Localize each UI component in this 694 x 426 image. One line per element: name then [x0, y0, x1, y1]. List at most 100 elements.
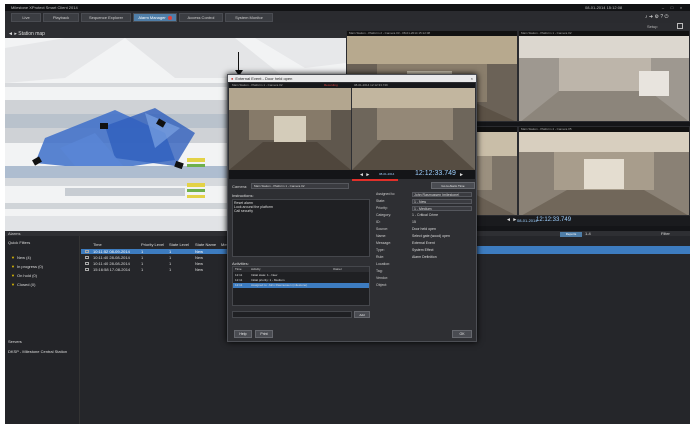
tab-sequence-explorer[interactable]: Sequence Explorer: [81, 13, 131, 22]
arrow-icon[interactable]: ➜: [649, 14, 653, 20]
tab-alarm-manager[interactable]: Alarm Manager: [133, 13, 177, 22]
map-header: ◄ ▸ Station map: [5, 30, 346, 38]
bell-icon[interactable]: ♪: [645, 14, 648, 20]
prop-value: Select gate (wood) open: [412, 234, 450, 238]
recording-indicator: Recording: [324, 83, 338, 87]
prop-value: 1 - Critical Crime: [412, 213, 439, 217]
instruction-line: Call security: [234, 209, 254, 213]
tab-alarm-manager-label: Alarm Manager: [138, 15, 166, 20]
goto-alarm-time-button[interactable]: Go to Alarm Time: [431, 182, 475, 189]
alarm-details-dialog: ● External Event - Door held open × Main …: [227, 74, 477, 342]
comment-input[interactable]: [232, 311, 352, 318]
instructions-title: Instructions:: [232, 193, 254, 198]
row-priority: 1: [141, 261, 144, 266]
playback-time: 12:12:33.749: [536, 217, 572, 223]
timeline-marker: [352, 179, 398, 181]
playback-controls[interactable]: ◄ ►: [506, 217, 517, 223]
dialog-title: External Event - Door held open: [235, 76, 293, 81]
prop-label: Priority:: [376, 206, 388, 210]
activity-text: Assigned to: John Rasmussen (milestone): [251, 283, 308, 287]
row-priority: 1: [141, 267, 144, 272]
camera-1-label: Main Station - Platform 2 - Camera 03 - …: [347, 31, 517, 36]
app-title: Milestone XProtect Smart Client 2014: [11, 5, 78, 10]
filter-on-hold-label: On hold (0): [16, 273, 37, 278]
filter-new[interactable]: ▼ New (4): [11, 255, 31, 260]
maximize-button[interactable]: □: [669, 5, 675, 10]
camera-tile-4[interactable]: Main Station - Platform 4 - Camera 05: [518, 126, 690, 216]
toolbar-icons: ♪ ➜ ⚙ ? ⏻: [645, 14, 669, 20]
alarm-icon: [85, 262, 89, 265]
dialog-close-icon[interactable]: ×: [471, 75, 473, 82]
filter-icon: ▼: [11, 255, 15, 260]
assigned-to-select[interactable]: John Rasmussen (milestone): [412, 192, 472, 197]
dialog-title-bar: ● External Event - Door held open ×: [228, 75, 476, 82]
row-priority: 1: [141, 255, 144, 260]
prop-label: Source:: [376, 227, 389, 231]
dialog-video-1[interactable]: [229, 88, 351, 170]
map-title-text: Station map: [18, 31, 45, 37]
help-button[interactable]: Help: [234, 330, 252, 338]
server-item[interactable]: DKSP - Milestone Central Station: [8, 349, 67, 354]
row-state-level: 1: [169, 261, 172, 266]
row-state-name: New: [195, 261, 204, 266]
quick-filters-panel: Quick Filters ▼ New (4) ▼ In progress (0) …: [5, 236, 80, 424]
quick-filters-title: Quick Filters: [8, 240, 31, 245]
activities-col-time: Time: [235, 267, 242, 271]
playback-date: 08-01-2014: [517, 218, 538, 223]
add-comment-button[interactable]: Add: [354, 311, 370, 318]
filter-in-progress[interactable]: ▼ In progress (0): [11, 264, 43, 269]
tab-bar: Live Playback Sequence Explorer Alarm Ma…: [5, 11, 690, 23]
dialog-video-2[interactable]: [352, 88, 475, 170]
dialog-video-1-frame: [229, 88, 351, 170]
col-state-level[interactable]: State Level: [169, 242, 189, 247]
title-bar: Milestone XProtect Smart Client 2014 08-…: [5, 4, 690, 11]
col-priority[interactable]: Priority Level: [141, 242, 164, 247]
alarm-icon: [85, 268, 89, 271]
prop-label: Type:: [376, 248, 385, 252]
prop-label: Rule:: [376, 255, 385, 259]
dialog-playback-controls[interactable]: ◄ ►: [359, 172, 370, 178]
col-state-name[interactable]: State Name: [195, 242, 216, 247]
row-state-level: 1: [169, 267, 172, 272]
prop-label: Tag:: [376, 269, 383, 273]
tab-playback[interactable]: Playback: [43, 13, 79, 22]
gear-icon[interactable]: ⚙: [654, 14, 658, 20]
tab-system-monitor[interactable]: System Monitor: [225, 13, 273, 22]
tab-access-control[interactable]: Access Control: [179, 13, 223, 22]
prop-label: Object:: [376, 283, 388, 287]
ok-button[interactable]: OK: [452, 330, 472, 338]
camera-tile-2[interactable]: Main Station - Platform 1 - Camera 02: [518, 30, 690, 122]
prop-value: External Event: [412, 241, 435, 245]
activity-row[interactable]: 12:11 Assigned to: John Rasmussen (miles…: [233, 283, 369, 288]
dialog-next-icon[interactable]: ►: [459, 172, 464, 178]
filter-new-label: New (4): [16, 255, 31, 260]
print-button[interactable]: Print: [255, 330, 273, 338]
camera-2-label: Main Station - Platform 1 - Camera 02: [519, 31, 689, 36]
filter-icon: ▼: [11, 282, 15, 287]
col-time[interactable]: Time: [93, 242, 102, 247]
power-icon[interactable]: ⏻: [665, 14, 669, 20]
camera-2-view: [519, 36, 689, 121]
prop-label: Location:: [376, 262, 391, 266]
tab-live[interactable]: Live: [11, 13, 41, 22]
state-select[interactable]: 1 - New: [412, 199, 472, 204]
help-icon[interactable]: ?: [660, 14, 663, 20]
activity-time: 12:11: [235, 283, 243, 287]
camera-label: Camera:: [232, 184, 248, 189]
priority-select[interactable]: 1 - Medium: [412, 206, 472, 211]
filter-closed[interactable]: ▼ Closed (0): [11, 282, 35, 287]
row-state-level: 1: [169, 255, 172, 260]
prop-label: ID:: [376, 220, 381, 224]
fullscreen-icon[interactable]: [677, 23, 683, 29]
filter-on-hold[interactable]: ▼ On hold (0): [11, 273, 37, 278]
prop-value: 15: [412, 220, 416, 224]
clock: 08-01-2014 15:12:08: [585, 5, 623, 10]
row-state-name: New: [195, 255, 204, 260]
map-title: ◄ ▸ Station map: [8, 31, 45, 37]
dialog-camera-row: Camera: Main Station - Platform 1 - Came…: [229, 182, 475, 190]
minimize-button[interactable]: –: [660, 5, 666, 10]
camera-4-view: [519, 132, 689, 215]
setup-button[interactable]: Setup: [647, 24, 657, 29]
close-button[interactable]: ×: [678, 5, 684, 10]
camera-select[interactable]: Main Station - Platform 1 - Camera 02: [251, 183, 349, 189]
